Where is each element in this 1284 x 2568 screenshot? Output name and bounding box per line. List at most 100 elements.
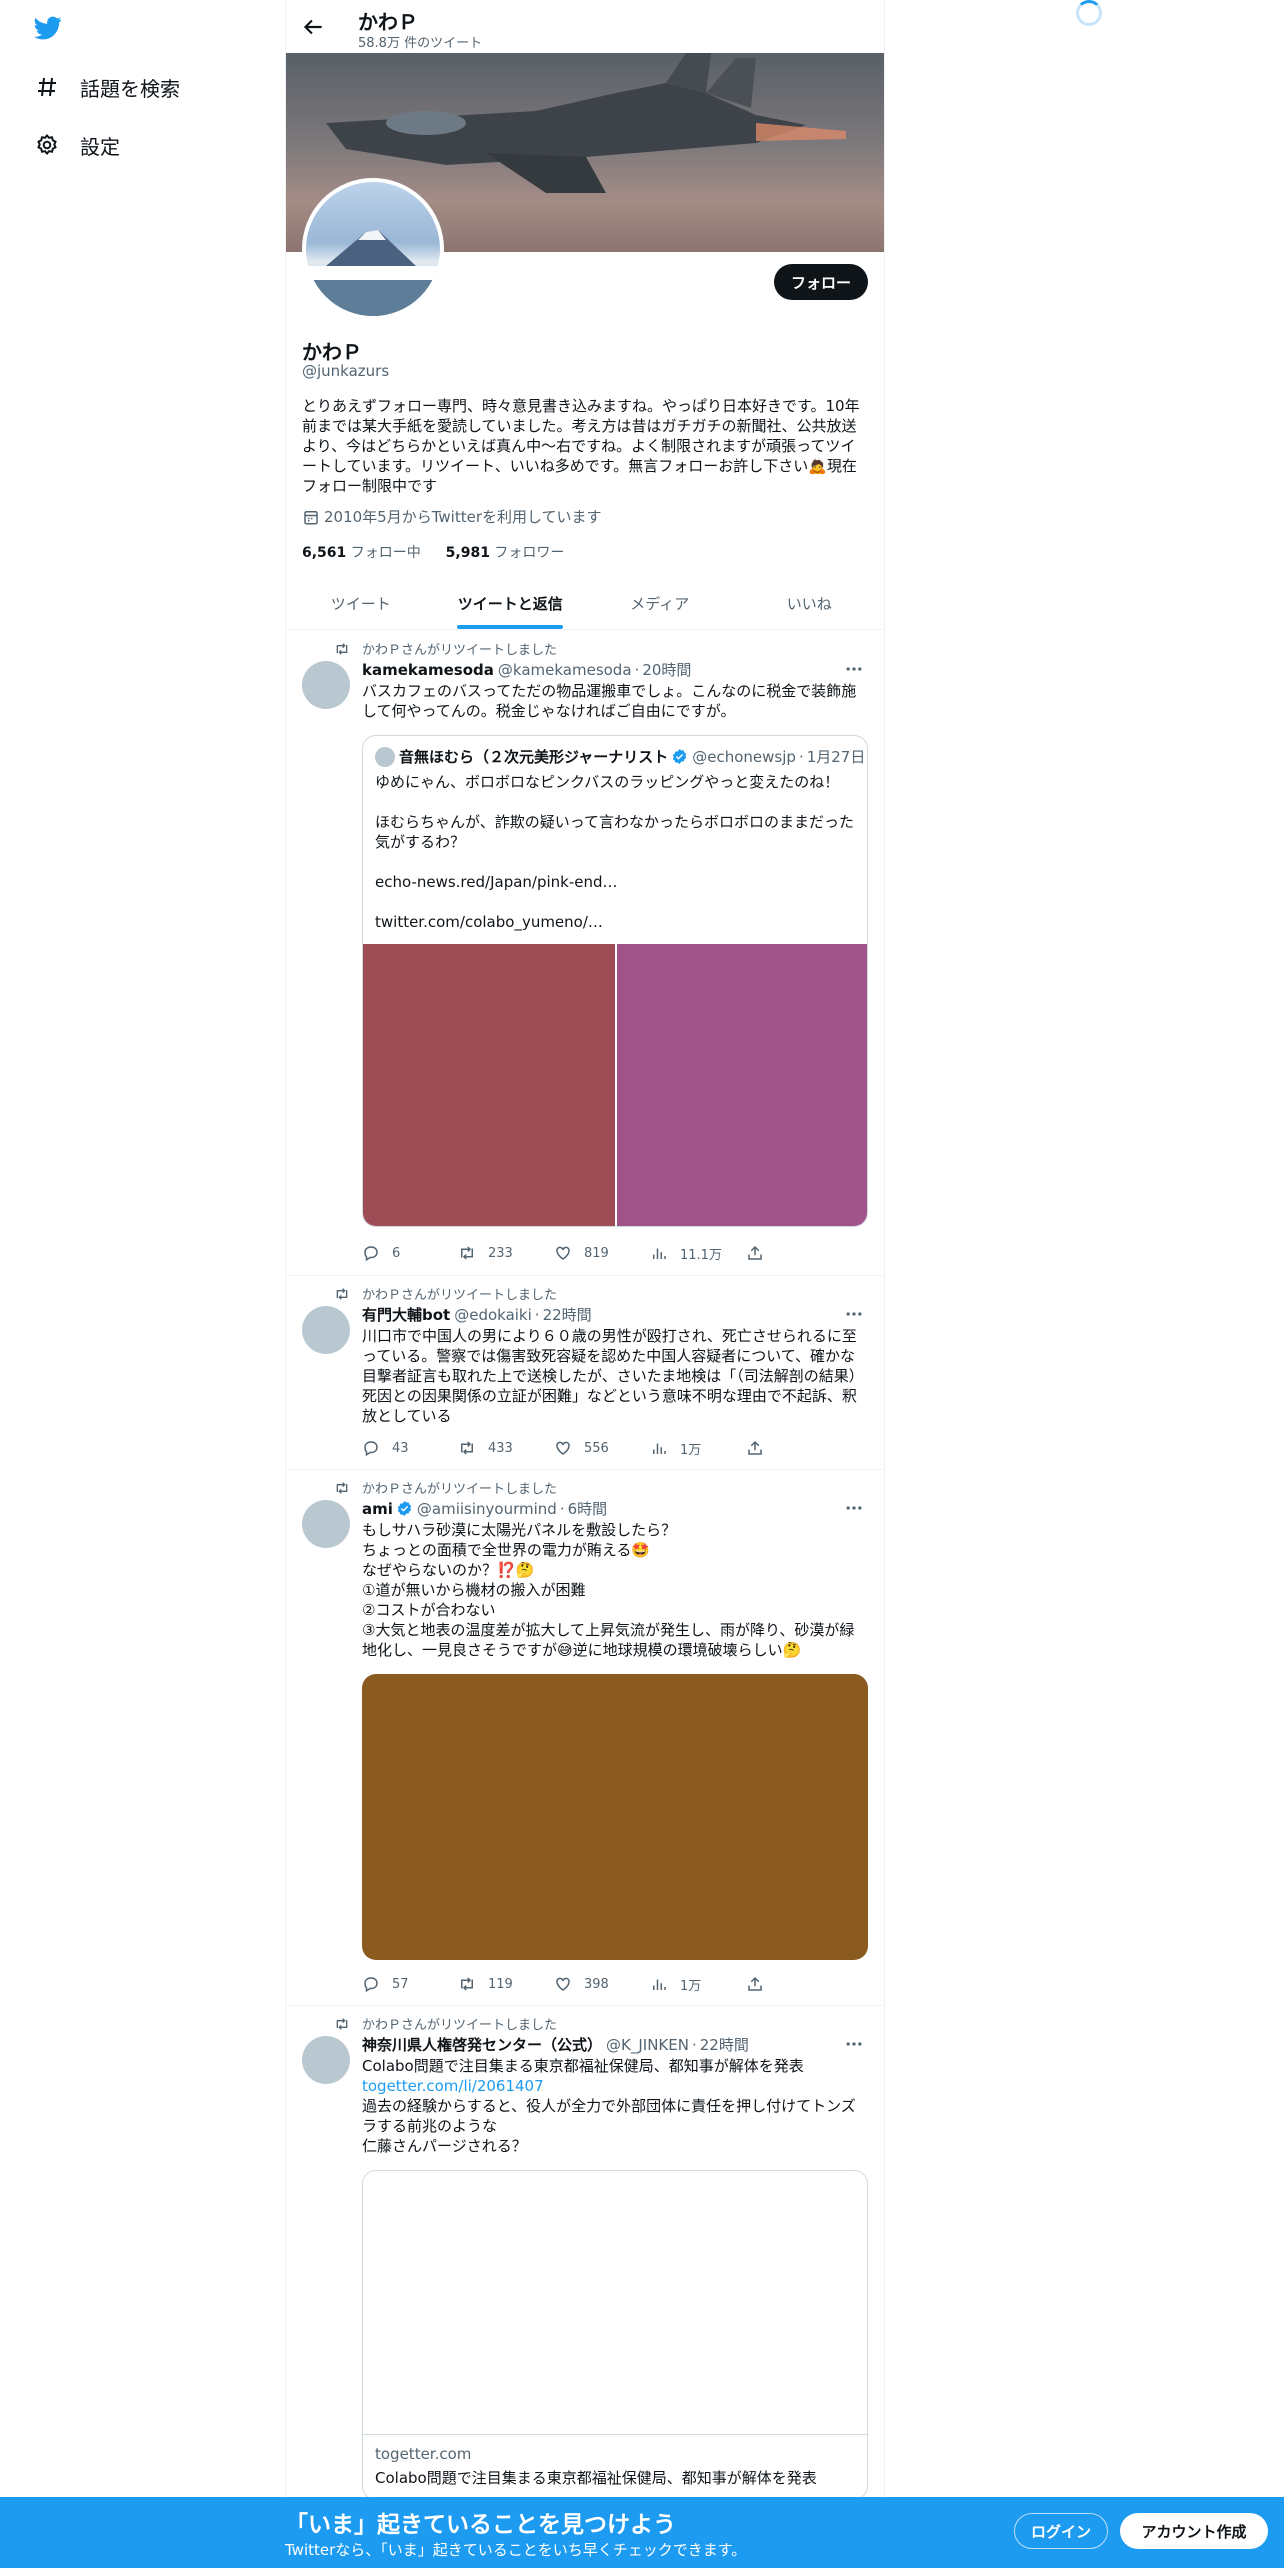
following-link[interactable]: 6,561 フォロー中	[302, 545, 421, 561]
followers-link[interactable]: 5,981 フォロワー	[446, 545, 565, 561]
back-arrow-icon[interactable]	[300, 14, 326, 40]
tweet-text: もしサハラ砂漠に太陽光パネルを敷設したら？ ちょっとの面積で全世界の電力が賄える…	[362, 1520, 868, 1660]
avatar[interactable]	[302, 1500, 350, 1548]
profile-stats: 6,561 フォロー中 5,981 フォロワー	[302, 542, 564, 562]
main-column: かわＰ 58.8万 件のツイート フォロー かわＰ @junkazurs とりあ…	[285, 0, 885, 2568]
tweet[interactable]: かわＰさんがリツイートしました kamekamesoda @kamekameso…	[286, 631, 884, 1276]
reply-count: 43	[392, 1440, 409, 1456]
tab-tweets-and-replies[interactable]: ツイートと返信	[436, 577, 586, 629]
heart-icon	[554, 1975, 572, 1993]
heart-icon	[554, 1439, 572, 1457]
tweet-time[interactable]: 22時間	[543, 1304, 592, 1325]
tweet-link[interactable]: togetter.com/li/2061407	[362, 2076, 868, 2096]
tab-tweets[interactable]: ツイート	[286, 577, 436, 629]
quoted-tweet[interactable]: 音無ほむら（２次元美形ジャーナリスト @echonewsjp · 1月27日 ゆ…	[362, 735, 868, 1227]
avatar[interactable]	[302, 661, 350, 709]
like-button[interactable]: 556	[554, 1438, 650, 1458]
nav-explore[interactable]: 話題を検索	[34, 67, 180, 107]
profile-joined-date: 2010年5月からTwitterを利用しています	[302, 506, 602, 527]
avatar[interactable]	[302, 2036, 350, 2084]
create-account-button[interactable]: アカウント作成	[1120, 2513, 1268, 2549]
more-options-icon[interactable]	[844, 659, 864, 679]
quoted-link[interactable]: echo-news.red/Japan/pink-end…	[375, 872, 857, 892]
author-name[interactable]: 有門大輔bot	[362, 1304, 450, 1325]
like-button[interactable]: 398	[554, 1974, 650, 1994]
view-count: 1万	[680, 1442, 702, 1458]
more-options-icon[interactable]	[844, 1498, 864, 1518]
nav-explore-label: 話題を検索	[80, 76, 180, 101]
tweet-line: なぜやらないのか？⁉️🤔	[362, 1561, 535, 1579]
tweet-time[interactable]: 22時間	[700, 2034, 749, 2055]
author-handle[interactable]: @amiisinyourmind	[417, 1500, 557, 1518]
tweet-line: ちょっとの面積で全世界の電力が賄える🤩	[362, 1541, 651, 1559]
retweet-button[interactable]: 233	[458, 1243, 554, 1263]
tweet-line: ②コストが合わない	[362, 1601, 496, 1619]
author-name[interactable]: ami	[362, 1500, 393, 1518]
tweet-time[interactable]: 6時間	[568, 1498, 608, 1519]
quoted-link[interactable]: twitter.com/colabo_yumeno/…	[375, 912, 857, 932]
tweet-actions: 57 119 398 1万	[362, 1974, 802, 1994]
joined-text: 2010年5月からTwitterを利用しています	[324, 508, 602, 526]
author-name[interactable]: kamekamesoda	[362, 661, 494, 679]
reply-icon	[362, 1975, 380, 1993]
retweet-indicator: かわＰさんがリツイートしました	[334, 1478, 557, 1497]
views-button[interactable]: 1万	[650, 1438, 746, 1458]
tab-media[interactable]: メディア	[585, 577, 735, 629]
retweet-icon	[334, 1286, 350, 1302]
more-options-icon[interactable]	[844, 2034, 864, 2054]
verified-badge-icon	[671, 748, 688, 765]
quoted-media-image[interactable]	[617, 944, 867, 1226]
hashtag-icon	[34, 74, 60, 100]
tweet[interactable]: かわＰさんがリツイートしました 神奈川県人権啓発センター（公式） @K_JINK…	[286, 2006, 884, 2568]
link-card[interactable]: togetter.com Colabo問題で注目集まる東京都福祉保健局、都知事が…	[362, 2170, 868, 2500]
avatar[interactable]	[302, 1306, 350, 1354]
header-title: かわＰ	[358, 10, 418, 34]
tweet-text: 川口市で中国人の男により６０歳の男性が殴打され、死亡させられるに至っている。警察…	[362, 1327, 864, 1425]
analytics-icon	[650, 1975, 668, 1993]
tweet-line: ③大気と地表の温度差が拡大して上昇気流が発生し、雨が降り、砂漠が緑地化し、一見良…	[362, 1621, 855, 1659]
tweet[interactable]: かわＰさんがリツイートしました ami @amiisinyourmind · 6…	[286, 1470, 884, 2006]
like-button[interactable]: 819	[554, 1243, 650, 1263]
twitter-bird-icon[interactable]	[32, 14, 64, 42]
retweet-indicator: かわＰさんがリツイートしました	[334, 1284, 557, 1303]
quoted-media-image[interactable]	[363, 944, 615, 1226]
retweet-button[interactable]: 119	[458, 1974, 554, 1994]
author-handle[interactable]: @kamekamesoda	[498, 661, 632, 679]
retweet-indicator: かわＰさんがリツイートしました	[334, 2014, 557, 2033]
share-icon	[746, 1244, 764, 1262]
like-count: 398	[584, 1976, 609, 1992]
retweet-label: かわＰさんがリツイートしました	[362, 2018, 558, 2033]
author-name[interactable]: 神奈川県人権啓発センター（公式）	[362, 2034, 602, 2055]
login-button[interactable]: ログイン	[1014, 2513, 1108, 2549]
more-options-icon[interactable]	[844, 1304, 864, 1324]
nav-settings[interactable]: 設定	[34, 125, 120, 165]
tweet[interactable]: かわＰさんがリツイートしました 有門大輔bot @edokaiki · 22時間…	[286, 1276, 884, 1470]
reply-button[interactable]: 43	[362, 1438, 458, 1458]
author-handle[interactable]: @edokaiki	[454, 1306, 532, 1324]
share-button[interactable]	[746, 1438, 766, 1458]
tweet-time[interactable]: 20時間	[642, 659, 691, 680]
tweet-line: 仁藤さんパージされる？	[362, 2137, 527, 2155]
tab-likes[interactable]: いいね	[735, 577, 885, 629]
retweet-button[interactable]: 433	[458, 1438, 554, 1458]
tweet-header: ami @amiisinyourmind · 6時間	[362, 1498, 608, 1519]
share-button[interactable]	[746, 1243, 766, 1263]
quoted-line: ゆめにゃん、ボロボロなピンクバスのラッピングやっと変えたのね！	[375, 773, 840, 791]
profile-avatar[interactable]	[302, 178, 444, 320]
follow-button[interactable]: フォロー	[774, 264, 868, 300]
header-tweet-count: 58.8万 件のツイート	[358, 36, 483, 51]
tweet-media-image[interactable]	[362, 1674, 868, 1960]
profile-header-bar: かわＰ 58.8万 件のツイート	[286, 0, 884, 53]
author-handle[interactable]: @K_JINKEN	[606, 2036, 689, 2054]
view-count: 11.1万	[680, 1247, 722, 1263]
tweet-line: Colabo問題で注目集まる東京都福祉保健局、都知事が解体を発表	[362, 2057, 804, 2075]
quoted-avatar	[375, 746, 395, 767]
reply-button[interactable]: 6	[362, 1243, 458, 1263]
views-button[interactable]: 11.1万	[650, 1243, 746, 1263]
tweet-actions: 43 433 556 1万	[362, 1438, 802, 1458]
share-button[interactable]	[746, 1974, 766, 1994]
views-button[interactable]: 1万	[650, 1974, 746, 1994]
reply-button[interactable]: 57	[362, 1974, 458, 1994]
retweet-label: かわＰさんがリツイートしました	[362, 1288, 558, 1303]
quoted-line: ほむらちゃんが、詐欺の疑いって言わなかったらボロボロのままだった気がするわ？	[375, 813, 854, 851]
